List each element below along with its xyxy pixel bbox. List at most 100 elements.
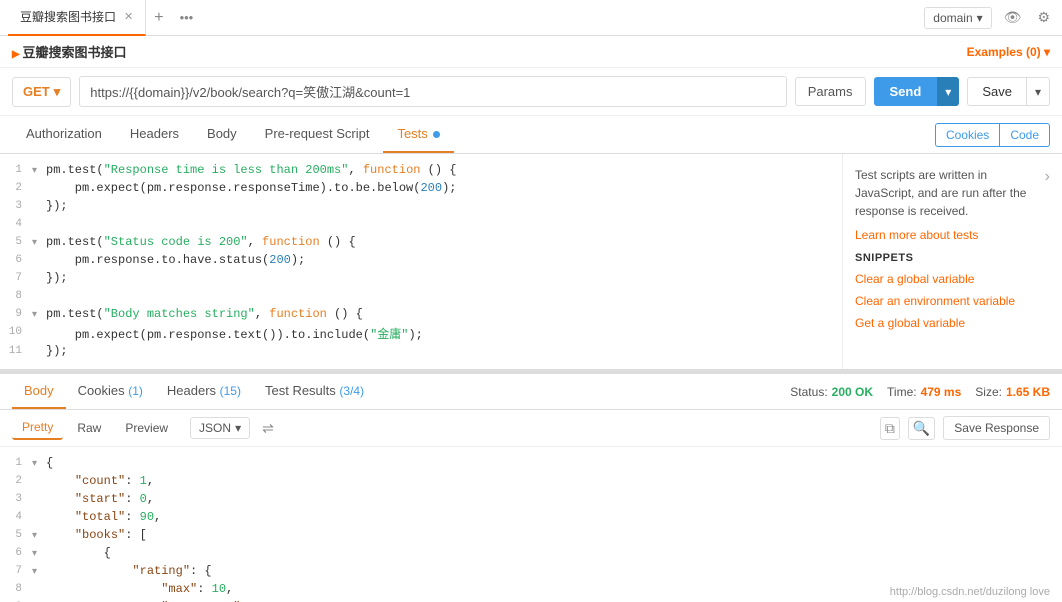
tab-authorization[interactable]: Authorization	[12, 116, 116, 153]
method-select[interactable]: GET ▾	[12, 77, 71, 107]
line-num: 9	[0, 307, 32, 320]
fold-toggle[interactable]: ▾	[32, 456, 46, 470]
format-label: JSON	[199, 421, 231, 435]
tab-body-response[interactable]: Body	[12, 374, 66, 409]
fold-toggle	[32, 492, 46, 494]
save-button-group: Save ▾	[967, 77, 1050, 106]
tab-headers-response[interactable]: Headers (15)	[155, 374, 253, 409]
method-label: GET	[23, 84, 50, 99]
copy-icon[interactable]: ⧉	[880, 417, 900, 440]
save-response-button[interactable]: Save Response	[943, 416, 1050, 440]
line-num: 3	[0, 492, 32, 505]
line-code: "books": [	[46, 528, 1062, 542]
line-code: "start": 0,	[46, 492, 1062, 506]
format-select[interactable]: JSON ▾	[190, 417, 250, 439]
time-label: Time:	[887, 385, 917, 399]
send-arrow-icon[interactable]: ▾	[937, 77, 959, 106]
snippet-get-global[interactable]: Get a global variable	[855, 316, 1050, 330]
fold-toggle	[32, 253, 46, 255]
tab-test-results[interactable]: Test Results (3/4)	[253, 374, 376, 409]
tab-body[interactable]: Body	[193, 116, 251, 153]
fold-toggle[interactable]: ▾	[32, 546, 46, 560]
domain-chevron-icon: ▾	[977, 11, 983, 25]
line-num: 8	[0, 582, 32, 595]
line-code: });	[46, 344, 842, 358]
fold-toggle	[32, 325, 46, 327]
fold-toggle[interactable]: ▾	[32, 163, 46, 177]
line-num: 6	[0, 546, 32, 559]
code-line: 5 ▾ pm.test("Status code is 200", functi…	[0, 234, 842, 252]
send-button[interactable]: Send	[874, 77, 938, 106]
line-num: 5	[0, 235, 32, 248]
line-num: 4	[0, 217, 32, 230]
code-line: 7 });	[0, 270, 842, 288]
code-line: 6 pm.response.to.have.status(200);	[0, 252, 842, 270]
line-num: 4	[0, 510, 32, 523]
line-code: pm.expect(pm.response.text()).to.include…	[46, 325, 842, 342]
tab-headers[interactable]: Headers	[116, 116, 193, 153]
sidebar-description: Test scripts are written in JavaScript, …	[855, 166, 1041, 220]
snippet-clear-global[interactable]: Clear a global variable	[855, 272, 1050, 286]
line-code: pm.expect(pm.response.responseTime).to.b…	[46, 181, 842, 195]
url-input[interactable]	[79, 76, 786, 107]
cookies-button[interactable]: Cookies	[935, 123, 1000, 147]
code-editor[interactable]: 1 ▾ pm.test("Response time is less than …	[0, 154, 842, 369]
json-line: 3 "start": 0,	[0, 491, 1062, 509]
fold-toggle	[32, 344, 46, 346]
top-bar: 豆瓣搜索图书接口 ✕ + ••• domain ▾ 👁 ⚙	[0, 0, 1062, 36]
code-button[interactable]: Code	[1000, 123, 1050, 147]
gear-icon[interactable]: ⚙	[1033, 5, 1054, 30]
fold-toggle	[32, 289, 46, 291]
size-value: 1.65 KB	[1006, 385, 1050, 399]
time-value: 479 ms	[921, 385, 962, 399]
fold-toggle	[32, 474, 46, 476]
resp-tab-raw[interactable]: Raw	[67, 417, 111, 439]
filter-icon[interactable]: ⇌	[262, 420, 274, 437]
fold-toggle[interactable]: ▾	[32, 528, 46, 542]
line-num: 7	[0, 564, 32, 577]
status-value: 200 OK	[832, 385, 873, 399]
save-button[interactable]: Save	[967, 77, 1027, 106]
tab-bar-right: Cookies Code	[935, 123, 1050, 147]
line-num: 2	[0, 181, 32, 194]
line-num: 1	[0, 163, 32, 176]
code-line: 2 pm.expect(pm.response.responseTime).to…	[0, 180, 842, 198]
json-line: 4 "total": 90,	[0, 509, 1062, 527]
format-chevron-icon: ▾	[235, 421, 241, 435]
line-code: });	[46, 199, 842, 213]
params-button[interactable]: Params	[795, 77, 866, 106]
fold-toggle[interactable]: ▾	[32, 307, 46, 321]
snippet-clear-env[interactable]: Clear an environment variable	[855, 294, 1050, 308]
examples-link[interactable]: Examples (0) ▾	[967, 45, 1050, 59]
code-line: 10 pm.expect(pm.response.text()).to.incl…	[0, 324, 842, 343]
tab-more-icon[interactable]: •••	[172, 10, 202, 25]
resp-tab-pretty[interactable]: Pretty	[12, 416, 63, 440]
main-tab-label: 豆瓣搜索图书接口	[20, 8, 116, 25]
search-icon[interactable]: 🔍	[908, 417, 935, 440]
line-num: 3	[0, 199, 32, 212]
line-code: pm.test("Response time is less than 200m…	[46, 163, 842, 177]
tab-tests[interactable]: Tests	[383, 116, 454, 153]
save-arrow-icon[interactable]: ▾	[1027, 77, 1050, 106]
learn-more-link[interactable]: Learn more about tests	[855, 228, 1050, 242]
json-line: 8 "max": 10,	[0, 581, 1062, 599]
line-num: 11	[0, 344, 32, 357]
resp-tab-preview[interactable]: Preview	[115, 417, 178, 439]
json-viewer[interactable]: 1 ▾ { 2 "count": 1, 3 "start": 0, 4 "tot…	[0, 447, 1062, 602]
sidebar-expand-icon[interactable]: ›	[1045, 168, 1050, 186]
json-line: 2 "count": 1,	[0, 473, 1062, 491]
main-tab[interactable]: 豆瓣搜索图书接口 ✕	[8, 0, 146, 36]
line-num: 7	[0, 271, 32, 284]
tab-cookies-response[interactable]: Cookies (1)	[66, 374, 155, 409]
fold-toggle[interactable]: ▾	[32, 564, 46, 578]
status-bar: Status: 200 OK Time: 479 ms Size: 1.65 K…	[790, 385, 1050, 399]
code-line: 3 });	[0, 198, 842, 216]
tab-prerequest[interactable]: Pre-request Script	[251, 116, 384, 153]
eye-icon[interactable]: 👁	[1000, 5, 1026, 30]
json-line: 6 ▾ {	[0, 545, 1062, 563]
snippets-title: SNIPPETS	[855, 252, 1050, 264]
tab-close-icon[interactable]: ✕	[124, 10, 133, 23]
domain-select[interactable]: domain ▾	[924, 7, 991, 29]
fold-toggle[interactable]: ▾	[32, 235, 46, 249]
tab-add-icon[interactable]: +	[146, 9, 171, 27]
